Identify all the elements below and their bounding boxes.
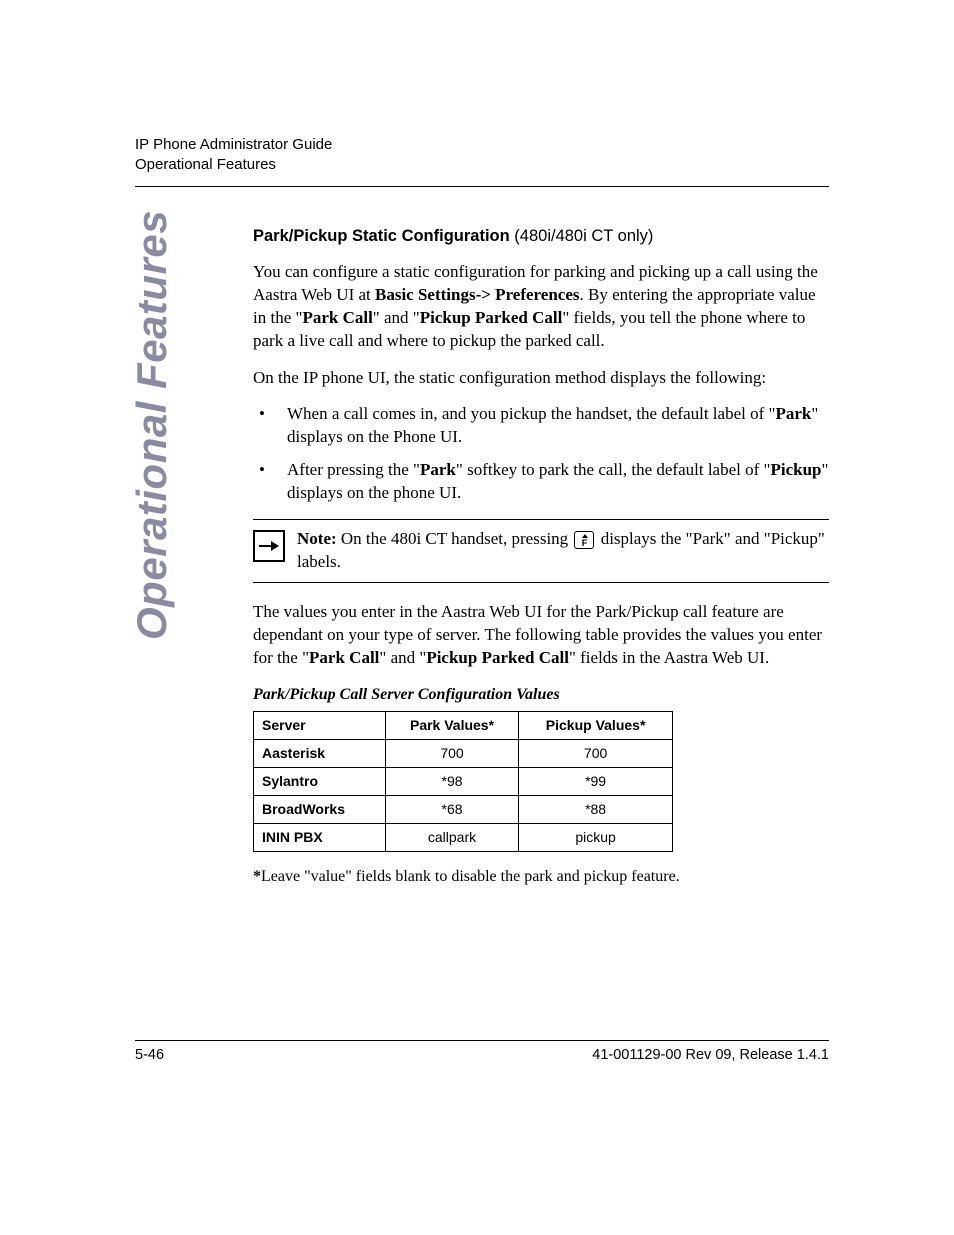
paragraph-3: The values you enter in the Aastra Web U… (253, 601, 829, 670)
col-pickup: Pickup Values* (519, 712, 673, 740)
page-header: IP Phone Administrator Guide Operational… (135, 135, 829, 187)
bullet-icon: • (253, 459, 287, 505)
paragraph-2: On the IP phone UI, the static configura… (253, 367, 829, 390)
arrow-right-icon (253, 530, 285, 562)
table-row: Aasterisk 700 700 (254, 740, 673, 768)
feature-key-icon (574, 531, 594, 549)
document-page: IP Phone Administrator Guide Operational… (0, 0, 954, 888)
config-values-table: Server Park Values* Pickup Values* Aaste… (253, 711, 673, 851)
header-line-1: IP Phone Administrator Guide (135, 135, 829, 155)
section-title-suffix: (480i/480i CT only) (510, 227, 654, 245)
main-content: Park/Pickup Static Configuration (480i/4… (253, 225, 829, 888)
doc-revision: 41-001129-00 Rev 09, Release 1.4.1 (592, 1047, 829, 1063)
page-footer: 5-46 41-001129-00 Rev 09, Release 1.4.1 (135, 1040, 829, 1063)
note-callout: Note: On the 480i CT handset, pressing d… (253, 519, 829, 583)
paragraph-1: You can configure a static configuration… (253, 261, 829, 353)
table-row: BroadWorks *68 *88 (254, 796, 673, 824)
bullet-list: • When a call comes in, and you pickup t… (253, 403, 829, 505)
table-footnote: *Leave "value" fields blank to disable t… (253, 866, 829, 888)
col-park: Park Values* (385, 712, 518, 740)
table-row: Sylantro *98 *99 (254, 768, 673, 796)
section-title-bold: Park/Pickup Static Configuration (253, 227, 510, 245)
header-line-2: Operational Features (135, 155, 829, 175)
table-header-row: Server Park Values* Pickup Values* (254, 712, 673, 740)
side-tab-label: Operational Features (128, 210, 176, 640)
note-text: Note: On the 480i CT handset, pressing d… (297, 528, 829, 574)
bullet-icon: • (253, 403, 287, 449)
page-number: 5-46 (135, 1047, 164, 1063)
col-server: Server (254, 712, 386, 740)
section-title: Park/Pickup Static Configuration (480i/4… (253, 225, 829, 247)
table-row: ININ PBX callpark pickup (254, 824, 673, 852)
list-item: • After pressing the "Park" softkey to p… (253, 459, 829, 505)
table-caption: Park/Pickup Call Server Configuration Va… (253, 684, 829, 706)
list-item: • When a call comes in, and you pickup t… (253, 403, 829, 449)
